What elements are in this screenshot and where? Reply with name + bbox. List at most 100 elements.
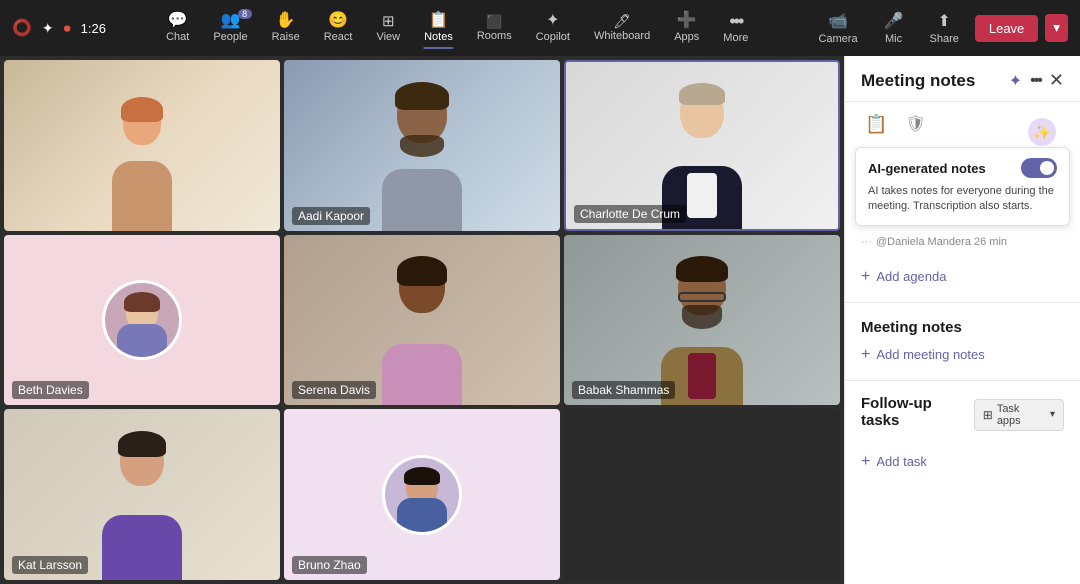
video-cell-aadi[interactable]: Aadi Kapoor — [284, 60, 560, 231]
person-figure-serena — [284, 235, 560, 406]
participant-name-charlotte: Charlotte De Crum — [574, 205, 686, 223]
agenda-section: + Add agenda — [845, 254, 1080, 296]
leave-label: Leave — [989, 21, 1024, 36]
person-figure-aadi — [284, 60, 560, 231]
notes-tab-icon[interactable]: 📋 — [861, 110, 891, 139]
ai-tooltip: AI-generated notes AI takes notes for ev… — [855, 147, 1070, 226]
scrolled-content: @Daniela Mandera 26 min — [876, 236, 1007, 248]
video-cell-empty — [564, 409, 840, 580]
nav-react-label: React — [324, 31, 353, 43]
apps-icon: ➕ — [677, 13, 697, 29]
chat-icon: 💬 — [168, 13, 188, 29]
close-icon[interactable]: ✕ — [1049, 70, 1064, 91]
person-figure-kat — [4, 409, 280, 580]
nav-chat[interactable]: 💬 Chat — [156, 9, 199, 47]
status-icon: ⭕ — [12, 18, 32, 38]
top-bar: ⭕ ✦ ⏺ 1:26 💬 Chat 👥 People 8 ✋ Raise 😊 R… — [0, 0, 1080, 56]
person-figure-bruno — [284, 409, 560, 580]
participant-name-babak: Babak Shammas — [572, 381, 675, 399]
task-apps-button[interactable]: ⊞ Task apps ▾ — [974, 399, 1064, 431]
add-notes-label: Add meeting notes — [876, 347, 984, 362]
leave-dropdown-button[interactable]: ▾ — [1045, 14, 1068, 42]
nav-whiteboard[interactable]: 🖊 Whiteboard — [584, 10, 660, 46]
leave-button[interactable]: Leave — [975, 15, 1038, 42]
nav-whiteboard-label: Whiteboard — [594, 30, 650, 42]
add-task-row[interactable]: + Add task — [861, 449, 1064, 475]
nav-rooms-label: Rooms — [477, 30, 512, 42]
side-panel: Meeting notes ✦ ••• ✕ 📋 🛡 ✨ AI-generated… — [844, 56, 1080, 584]
recording-icon: ⏺ — [64, 20, 71, 37]
video-cell-charlotte[interactable]: Charlotte De Crum — [564, 60, 840, 231]
nav-bar: 💬 Chat 👥 People 8 ✋ Raise 😊 React ⊞ View… — [156, 8, 758, 48]
panel-title: Meeting notes — [861, 71, 975, 91]
add-task-label: Add task — [876, 454, 927, 469]
scrolled-indicator: ··· — [861, 236, 872, 248]
top-bar-left: ⭕ ✦ ⏺ 1:26 — [12, 18, 106, 38]
react-icon: 😊 — [328, 13, 348, 29]
nav-apps-label: Apps — [674, 31, 699, 43]
camera-icon: 📹 — [828, 11, 848, 31]
nav-raise[interactable]: ✋ Raise — [262, 9, 310, 47]
people-badge: 8 — [238, 9, 252, 19]
tasks-section: + Add task — [845, 439, 1080, 481]
panel-tabs: 📋 🛡 ✨ — [845, 102, 1080, 147]
panel-header-icons: ✦ ••• ✕ — [1009, 70, 1064, 91]
add-task-icon: + — [861, 453, 870, 471]
video-grid: Aadi Kapoor Charlott — [0, 56, 844, 584]
person-figure-charlotte — [566, 62, 838, 229]
sparkle-action-icon[interactable]: ✦ — [1009, 71, 1022, 91]
mic-label: Mic — [885, 33, 902, 45]
ai-toggle-switch[interactable] — [1021, 158, 1057, 178]
nav-raise-label: Raise — [272, 31, 300, 43]
participant-name-beth: Beth Davies — [12, 381, 89, 399]
nav-copilot[interactable]: ✦ Copilot — [526, 9, 580, 47]
nav-more[interactable]: ••• More — [713, 8, 758, 48]
video-cell-bruno[interactable]: Bruno Zhao — [284, 409, 560, 580]
nav-view-label: View — [376, 31, 400, 43]
meeting-notes-section: Meeting notes + Add meeting notes — [845, 309, 1080, 374]
nav-people[interactable]: 👥 People 8 — [203, 9, 257, 47]
nav-notes-label: Notes — [424, 31, 453, 43]
copilot-icon: ✦ — [546, 13, 559, 29]
shield-tab-icon[interactable]: 🛡 — [901, 110, 929, 139]
share-button[interactable]: ⬆ Share — [920, 7, 969, 49]
raise-icon: ✋ — [276, 13, 296, 29]
top-bar-right: 📹 Camera 🎤 Mic ⬆ Share Leave ▾ — [808, 7, 1068, 49]
cursor-area: ✨ — [1028, 118, 1056, 146]
participant-name-bruno: Bruno Zhao — [292, 556, 367, 574]
task-apps-icon: ⊞ — [983, 408, 993, 422]
nav-react[interactable]: 😊 React — [314, 9, 363, 47]
ai-description: AI takes notes for everyone during the m… — [868, 184, 1057, 215]
camera-label: Camera — [818, 33, 857, 45]
share-label: Share — [930, 33, 959, 45]
more-icon: ••• — [729, 12, 742, 30]
video-cell-babak[interactable]: Babak Shammas — [564, 235, 840, 406]
mic-icon: 🎤 — [884, 11, 904, 31]
add-agenda-label: Add agenda — [876, 269, 946, 284]
video-cell-p1[interactable] — [4, 60, 280, 231]
sparkle-cursor-icon: ✨ — [1033, 124, 1050, 141]
nav-view[interactable]: ⊞ View — [366, 10, 410, 47]
divider-1 — [845, 302, 1080, 303]
scrolled-text: ··· @Daniela Mandera 26 min — [845, 234, 1080, 254]
main-area: Aadi Kapoor Charlott — [0, 56, 1080, 584]
share-icon: ⬆ — [937, 11, 950, 31]
video-cell-serena[interactable]: Serena Davis — [284, 235, 560, 406]
mic-button[interactable]: 🎤 Mic — [874, 7, 914, 49]
video-cell-kat[interactable]: Kat Larsson — [4, 409, 280, 580]
notes-icon: 📋 — [429, 13, 449, 29]
nav-rooms[interactable]: ⬛ Rooms — [467, 11, 522, 46]
rooms-icon: ⬛ — [486, 15, 502, 28]
nav-apps[interactable]: ➕ Apps — [664, 9, 709, 47]
sparkle-icon: ✦ — [42, 20, 54, 37]
more-options-icon[interactable]: ••• — [1030, 72, 1041, 90]
participant-name-serena: Serena Davis — [292, 381, 376, 399]
person-figure-beth — [4, 235, 280, 406]
add-meeting-notes-row[interactable]: + Add meeting notes — [861, 342, 1064, 368]
add-agenda-row[interactable]: + Add agenda — [861, 264, 1064, 290]
meeting-notes-title: Meeting notes — [861, 319, 1064, 336]
camera-button[interactable]: 📹 Camera — [808, 7, 867, 49]
video-cell-beth[interactable]: Beth Davies — [4, 235, 280, 406]
person-figure-babak — [564, 235, 840, 406]
nav-notes[interactable]: 📋 Notes — [414, 9, 463, 47]
